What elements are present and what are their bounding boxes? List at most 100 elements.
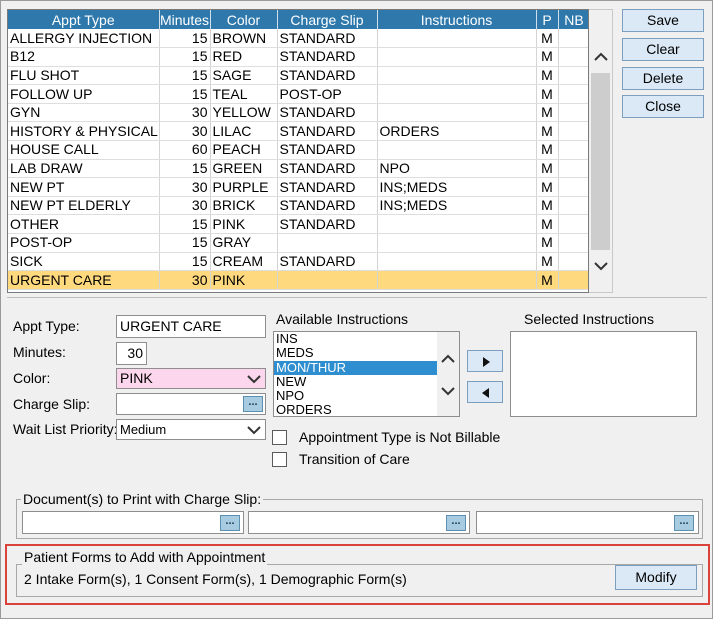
cell-p[interactable]: M xyxy=(536,47,559,67)
cell-minutes[interactable]: 30 xyxy=(159,121,211,142)
remove-instruction-button[interactable] xyxy=(467,381,503,403)
table-row[interactable]: POST-OP 15 GRAY M xyxy=(8,233,588,253)
cell-p[interactable]: M xyxy=(536,177,559,197)
cell-instructions[interactable]: INS;MEDS xyxy=(377,196,537,216)
cell-nb[interactable] xyxy=(558,196,588,216)
cell-color[interactable]: PINK xyxy=(210,270,278,290)
cell-minutes[interactable]: 15 xyxy=(159,252,211,272)
cell-instructions[interactable]: ORDERS xyxy=(377,121,537,142)
cell-nb[interactable] xyxy=(558,103,588,123)
document-3-input[interactable] xyxy=(476,511,699,534)
list-item[interactable]: NEW xyxy=(274,374,438,389)
cell-nb[interactable] xyxy=(558,66,588,86)
list-item[interactable]: MON/THUR xyxy=(274,360,438,375)
appt-type-input[interactable]: URGENT CARE xyxy=(116,315,266,338)
wait-list-chevron-down-icon[interactable] xyxy=(243,420,265,439)
cell-nb[interactable] xyxy=(558,29,588,49)
cell-instructions[interactable] xyxy=(377,233,537,253)
cell-minutes[interactable]: 30 xyxy=(159,270,211,290)
cell-color[interactable]: PEACH xyxy=(210,140,278,160)
transition-of-care-checkbox[interactable] xyxy=(272,452,287,467)
cell-charge-slip[interactable]: STANDARD xyxy=(277,196,378,216)
cell-appt-type[interactable]: HISTORY & PHYSICAL xyxy=(8,121,160,142)
cell-instructions[interactable] xyxy=(377,29,537,49)
cell-instructions[interactable] xyxy=(377,103,537,123)
document-1-input[interactable] xyxy=(22,511,244,534)
clear-button[interactable]: Clear xyxy=(622,38,704,61)
cell-charge-slip[interactable]: STANDARD xyxy=(277,66,378,86)
cell-p[interactable]: M xyxy=(536,103,559,123)
cell-minutes[interactable]: 15 xyxy=(159,29,211,49)
cell-instructions[interactable] xyxy=(377,270,537,290)
cell-charge-slip[interactable] xyxy=(277,270,378,290)
available-instructions-list[interactable]: INS MEDS MON/THUR NEW NPO ORDERS xyxy=(273,331,460,417)
cell-nb[interactable] xyxy=(558,270,588,290)
cell-p[interactable]: M xyxy=(536,214,559,235)
selected-instructions-list[interactable] xyxy=(510,331,697,417)
cell-instructions[interactable] xyxy=(377,214,537,235)
document-2-browse-button[interactable]: ... xyxy=(446,515,466,531)
list-item[interactable]: INS xyxy=(274,332,438,346)
cell-appt-type[interactable]: FOLLOW UP xyxy=(8,84,160,104)
column-header-color[interactable]: Color xyxy=(210,10,278,29)
cell-color[interactable]: LILAC xyxy=(210,121,278,142)
document-3-browse-button[interactable]: ... xyxy=(674,515,694,531)
grid-vertical-scrollbar[interactable] xyxy=(589,9,613,293)
table-row[interactable]: FOLLOW UP 15 TEAL POST-OP M xyxy=(8,84,588,104)
cell-minutes[interactable]: 15 xyxy=(159,233,211,253)
cell-minutes[interactable]: 15 xyxy=(159,214,211,235)
table-row[interactable]: NEW PT 30 PURPLE STANDARD INS;MEDS M xyxy=(8,177,588,197)
table-row[interactable]: HOUSE CALL 60 PEACH STANDARD M xyxy=(8,140,588,160)
cell-appt-type[interactable]: LAB DRAW xyxy=(8,159,160,179)
cell-nb[interactable] xyxy=(558,140,588,160)
table-row[interactable]: LAB DRAW 15 GREEN STANDARD NPO M xyxy=(8,159,588,179)
cell-charge-slip[interactable]: STANDARD xyxy=(277,214,378,235)
table-row[interactable]: NEW PT ELDERLY 30 BRICK STANDARD INS;MEDS M xyxy=(8,196,588,216)
cell-instructions[interactable] xyxy=(377,252,537,272)
table-row[interactable]: SICK 15 CREAM STANDARD M xyxy=(8,252,588,272)
cell-p[interactable]: M xyxy=(536,29,559,49)
cell-appt-type[interactable]: GYN xyxy=(8,103,160,123)
column-header-p[interactable]: P xyxy=(536,10,559,29)
cell-appt-type[interactable]: POST-OP xyxy=(8,233,160,253)
cell-nb[interactable] xyxy=(558,159,588,179)
table-row[interactable]: GYN 30 YELLOW STANDARD M xyxy=(8,103,588,123)
cell-appt-type[interactable]: NEW PT ELDERLY xyxy=(8,196,160,216)
cell-minutes[interactable]: 30 xyxy=(159,103,211,123)
cell-color[interactable]: RED xyxy=(210,47,278,67)
cell-instructions[interactable] xyxy=(377,140,537,160)
list-scroll-down-icon[interactable] xyxy=(439,382,457,400)
modify-button[interactable]: Modify xyxy=(615,565,697,590)
cell-color[interactable]: GRAY xyxy=(210,233,278,253)
cell-appt-type[interactable]: NEW PT xyxy=(8,177,160,197)
cell-p[interactable]: M xyxy=(536,233,559,253)
list-scroll-up-icon[interactable] xyxy=(439,350,457,368)
cell-color[interactable]: SAGE xyxy=(210,66,278,86)
column-header-nb[interactable]: NB xyxy=(558,10,588,29)
cell-color[interactable]: TEAL xyxy=(210,84,278,104)
cell-appt-type[interactable]: SICK xyxy=(8,252,160,272)
cell-charge-slip[interactable]: STANDARD xyxy=(277,252,378,272)
document-2-input[interactable] xyxy=(248,511,470,534)
cell-appt-type[interactable]: ALLERGY INJECTION xyxy=(8,29,160,49)
cell-color[interactable]: YELLOW xyxy=(210,103,278,123)
cell-nb[interactable] xyxy=(558,121,588,142)
cell-color[interactable]: PURPLE xyxy=(210,177,278,197)
scroll-down-icon[interactable] xyxy=(592,257,610,275)
cell-p[interactable]: M xyxy=(536,84,559,104)
cell-nb[interactable] xyxy=(558,47,588,67)
cell-charge-slip[interactable]: POST-OP xyxy=(277,84,378,104)
column-header-instructions[interactable]: Instructions xyxy=(377,10,537,29)
cell-p[interactable]: M xyxy=(536,196,559,216)
close-button[interactable]: Close xyxy=(622,95,704,118)
column-header-charge-slip[interactable]: Charge Slip xyxy=(277,10,378,29)
cell-instructions[interactable]: NPO xyxy=(377,159,537,179)
cell-charge-slip[interactable]: STANDARD xyxy=(277,121,378,142)
cell-minutes[interactable]: 15 xyxy=(159,84,211,104)
cell-nb[interactable] xyxy=(558,233,588,253)
delete-button[interactable]: Delete xyxy=(622,67,704,90)
scroll-up-icon[interactable] xyxy=(592,48,610,66)
cell-minutes[interactable]: 60 xyxy=(159,140,211,160)
cell-charge-slip[interactable]: STANDARD xyxy=(277,177,378,197)
cell-minutes[interactable]: 15 xyxy=(159,159,211,179)
